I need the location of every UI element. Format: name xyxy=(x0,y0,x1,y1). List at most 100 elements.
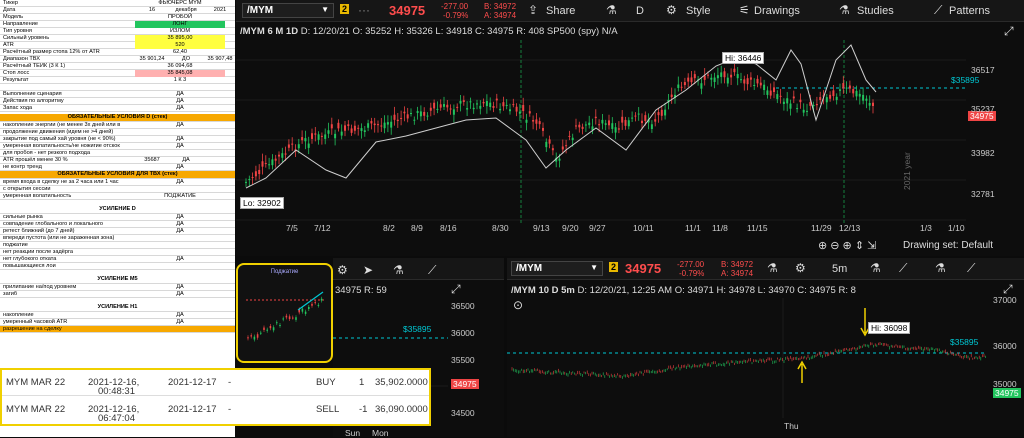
sheet-label: накопление xyxy=(3,312,34,318)
candle-body xyxy=(677,84,680,88)
sheet-row: прилипание на/под уровнем ДА xyxy=(0,284,235,291)
candle-body xyxy=(835,96,838,100)
candle-body xyxy=(868,102,871,106)
candle-body xyxy=(558,158,561,161)
candle-body xyxy=(350,128,353,133)
five-minute-candles xyxy=(507,298,987,418)
candle-body xyxy=(769,90,772,96)
trade-symbol: MYM MAR 22 xyxy=(6,404,66,415)
candle-body xyxy=(439,104,442,108)
sheet-row: впереди пустота (или не зараженная зона) xyxy=(0,235,235,242)
sheet-value: 2021 xyxy=(213,7,227,13)
trade-dash: - xyxy=(228,377,232,388)
sheet-row: умеренная волатильность/не ножигие отско… xyxy=(0,143,235,150)
candle-body xyxy=(713,77,716,83)
sheet-label: закрытие под самый хай уровня (не < 90%) xyxy=(3,136,116,142)
sheet-label: Тип уровня xyxy=(3,28,32,34)
candle-body xyxy=(588,122,591,126)
candle-body xyxy=(627,120,630,127)
candle-body xyxy=(515,106,518,112)
candle-body xyxy=(334,133,337,139)
level-label: $35895 xyxy=(951,75,980,85)
candle-body xyxy=(476,103,478,105)
sheet-label: Диапазон ТВХ xyxy=(3,56,40,62)
candle-body xyxy=(720,72,723,77)
table-row[interactable]: MYM MAR 22 2021-12-16, 2021-12-17- SELL -1 36… xyxy=(2,397,429,424)
sheet-row: ретест ближний (до 7 дней) ДА xyxy=(0,228,235,235)
candle-body xyxy=(324,134,327,139)
sheet-label: УСИЛЕНИЕ H1 xyxy=(97,304,138,310)
trade-price: 36,090.0000 xyxy=(375,404,428,415)
candle-body xyxy=(786,98,789,104)
candle-body xyxy=(855,90,858,97)
candle-body xyxy=(565,145,568,147)
chart-tools[interactable]: ⊕ ⊖ ⊕ ⇕ ⇲ xyxy=(818,239,876,252)
candle-body xyxy=(624,119,627,126)
sheet-label: сильные рынка xyxy=(3,214,43,220)
sheet-row: нет реакции после задёрга xyxy=(0,249,235,256)
sheet-label: накопление энергии (не менее 3х дней или… xyxy=(3,122,121,128)
candle-body xyxy=(466,108,469,110)
candle-body xyxy=(743,79,746,84)
sheet-row: закрытие под самый хай уровня (не < 90%)… xyxy=(0,136,235,143)
sheet-row: Расчётный ТЕЙК (3 К 1) 36 094,68 xyxy=(0,63,235,70)
sheet-row: накопление ДА xyxy=(0,312,235,319)
sheet-row: время входа в сделку не за 2 часа или 1 … xyxy=(0,179,235,186)
candle-body xyxy=(789,103,792,109)
candle-body xyxy=(278,154,280,157)
candle-body xyxy=(400,117,403,119)
candle-body xyxy=(776,94,779,100)
sheet-label: ATR xyxy=(3,42,14,48)
sheet-row: не контр тренд ДА xyxy=(0,164,235,171)
candle-body xyxy=(532,120,535,122)
candle-body xyxy=(363,130,366,132)
drawing-set-selector[interactable]: Drawing set: Default xyxy=(903,240,993,251)
candle-body xyxy=(578,124,581,128)
candle-body xyxy=(258,169,261,175)
hi-label: Hi: 36446 xyxy=(722,52,765,64)
candle-body xyxy=(858,93,861,97)
candle-body xyxy=(390,121,393,128)
candle-body xyxy=(571,137,574,141)
sheet-value: ПРОБОЙ xyxy=(168,14,192,20)
x-tick: 1/10 xyxy=(948,223,965,233)
x-tick: 8/16 xyxy=(440,223,457,233)
candle-body xyxy=(360,128,363,131)
sheet-row: загиб ДА xyxy=(0,291,235,298)
sheet-value: ДА xyxy=(176,143,184,149)
sheet-section-header: УСИЛЕНИЕ D xyxy=(0,206,235,214)
candle-body xyxy=(261,161,264,167)
sp500-comparison-line xyxy=(245,44,877,189)
sheet-label: продолжение движения (идем не >4 дней) xyxy=(3,129,114,135)
sheet-section-header: УСИЛЕНИЕ H1 xyxy=(0,304,235,312)
sheet-label: Направление xyxy=(3,21,38,27)
candle-body xyxy=(773,87,775,92)
sheet-row: умеренный часовой ATR ДА xyxy=(0,319,235,326)
candle-body xyxy=(700,83,703,89)
sheet-value: 35 845,08 xyxy=(135,70,225,77)
candle-body xyxy=(598,124,601,126)
sheet-value: ДА xyxy=(176,179,184,185)
candle-body xyxy=(542,127,544,131)
candle-body xyxy=(842,83,845,89)
candle-body xyxy=(446,104,449,108)
price-tag: 34975 xyxy=(993,388,1021,398)
candle-body xyxy=(548,139,551,144)
candle-body xyxy=(330,124,333,129)
sheet-row: Стоп лосс 35 845,08 xyxy=(0,70,235,77)
candle-body xyxy=(792,96,795,99)
table-row[interactable]: MYM MAR 22 2021-12-16, 2021-12-17- BUY 1 35,9… xyxy=(2,370,429,397)
sheet-label: нет глубокого отката xyxy=(3,256,57,262)
candle-body xyxy=(690,77,693,83)
candle-body xyxy=(353,125,356,131)
sheet-value: ДА xyxy=(176,312,184,318)
candle-body xyxy=(492,106,495,108)
candle-body xyxy=(528,111,531,114)
sheet-value: ДА xyxy=(176,91,184,97)
candle-body xyxy=(759,82,762,86)
candle-body xyxy=(311,133,313,139)
candle-body xyxy=(746,78,749,85)
trade-side: BUY xyxy=(316,377,336,388)
x-tick: Thu xyxy=(784,421,799,431)
sheet-row: Модель ПРОБОЙ xyxy=(0,14,235,21)
